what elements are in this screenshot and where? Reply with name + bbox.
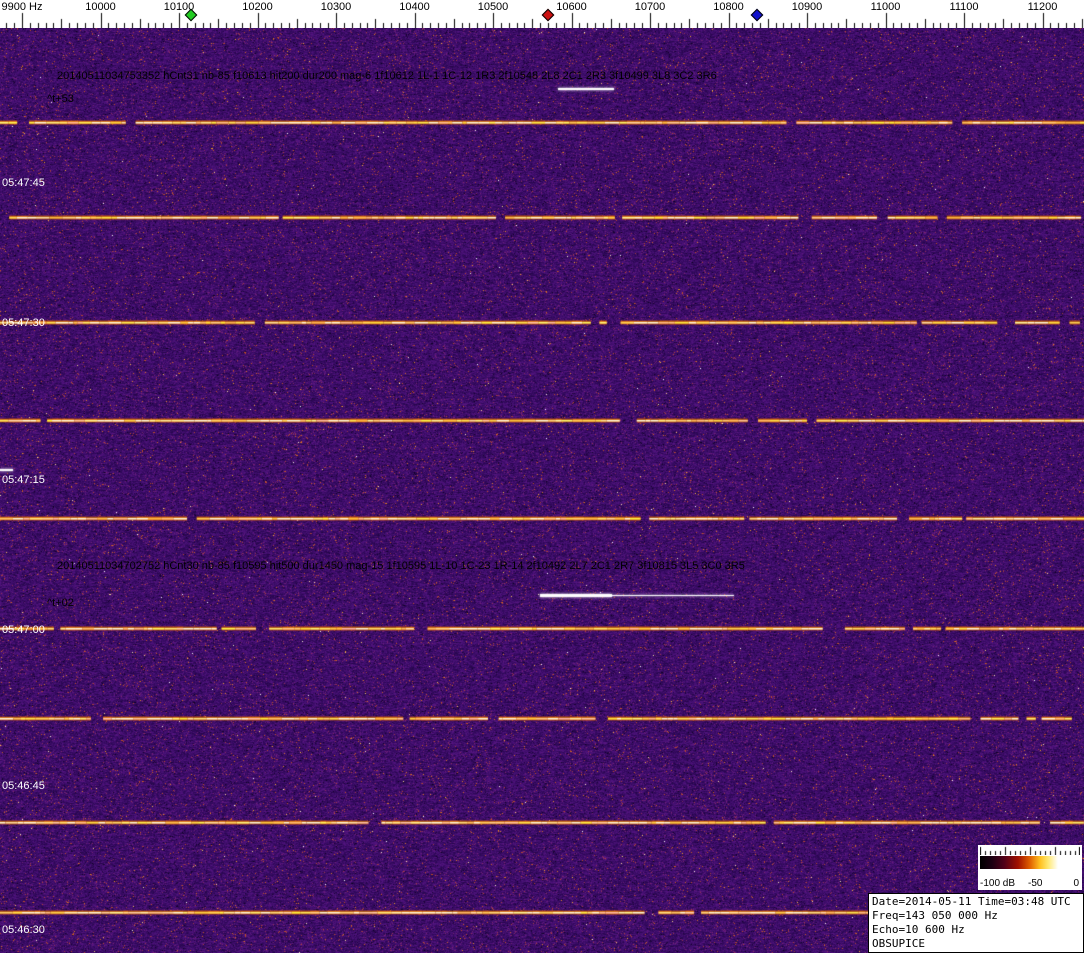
freq-tick-label: 10000 <box>85 1 116 13</box>
freq-tick-label: 11000 <box>871 1 901 13</box>
time-axis-label: 05:47:45 <box>2 177 45 189</box>
freq-tick-label: 10900 <box>792 1 823 13</box>
spectrogram-display[interactable]: 05:47:45 05:47:30 05:47:15 05:47:00 05:46:45… <box>0 28 1084 953</box>
freq-tick-label: 11200 <box>1028 1 1058 13</box>
status-info-box: Date=2014-05-11 Time=03:48 UTC Freq=143 … <box>868 893 1084 953</box>
info-freq-line: Freq=143 050 000 Hz <box>872 909 1080 923</box>
info-date-line: Date=2014-05-11 Time=03:48 UTC <box>872 895 1080 909</box>
freq-tick-label: 10400 <box>399 1 430 13</box>
detection-annotation: 20140511034753352 hCnt31 nb-85 f10613 hi… <box>57 70 717 82</box>
info-echo-line: Echo=10 600 Hz <box>872 923 1080 937</box>
colorbar-label-min: -100 dB <box>980 878 1015 889</box>
time-axis-label: 05:47:30 <box>2 317 45 329</box>
freq-tick-label: 10200 <box>242 1 273 13</box>
detection-annotation: ^t+02 <box>47 597 74 609</box>
freq-tick-label: 10600 <box>556 1 587 13</box>
frequency-ruler[interactable]: 9900 Hz 10000 10100 10200 10300 10400 10500 106… <box>0 0 1084 28</box>
spectrogram-canvas[interactable] <box>0 28 1084 953</box>
freq-tick-label: 10700 <box>635 1 666 13</box>
freq-tick-label: 10500 <box>478 1 509 13</box>
colorbar: -100 dB -50 0 <box>978 845 1082 890</box>
freq-tick-label: 9900 Hz <box>2 1 43 13</box>
detection-annotation: ^t+53 <box>47 93 74 105</box>
time-axis-label: 05:46:45 <box>2 780 45 792</box>
spectrogram-app-window: 9900 Hz 10000 10100 10200 10300 10400 10500 106… <box>0 0 1084 953</box>
detection-annotation: 20140511034702752 hCnt30 nb-85 f10595 hi… <box>57 560 745 572</box>
colorbar-label-mid: -50 <box>1028 878 1042 889</box>
info-station-line: OBSUPICE <box>872 937 1080 951</box>
colorbar-gradient <box>980 856 1080 869</box>
time-axis-label: 05:47:15 <box>2 474 45 486</box>
colorbar-ticks <box>980 846 1080 855</box>
colorbar-label-max: 0 <box>1073 878 1079 889</box>
freq-tick-label: 10800 <box>713 1 744 13</box>
freq-tick-label: 11100 <box>950 1 979 13</box>
time-axis-label: 05:46:30 <box>2 924 45 936</box>
freq-tick-label: 10300 <box>321 1 352 13</box>
time-axis-label: 05:47:00 <box>2 624 45 636</box>
